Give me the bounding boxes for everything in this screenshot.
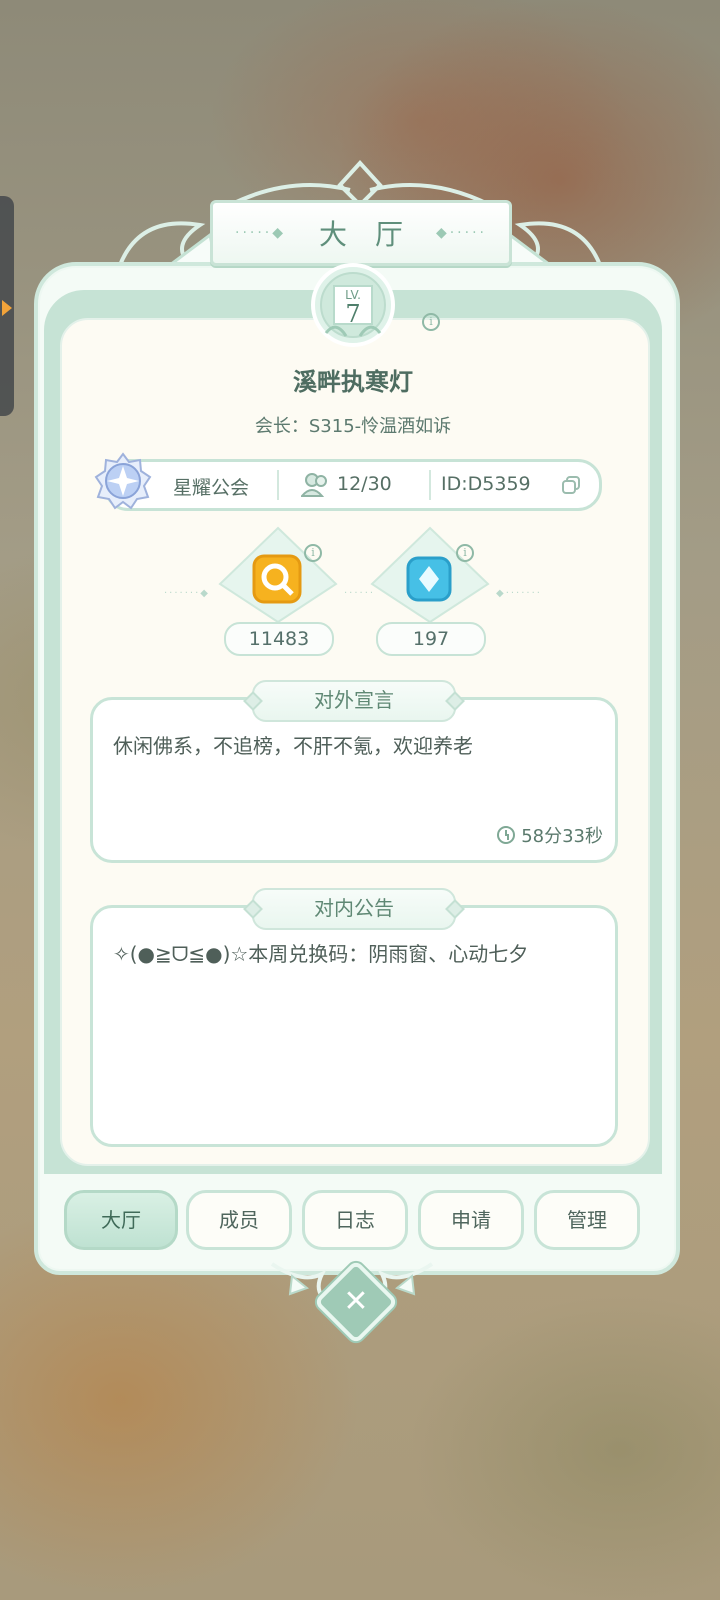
level-info-icon[interactable]: i xyxy=(422,313,440,331)
tab-log[interactable]: 日志 xyxy=(302,1190,408,1250)
edit-cooldown: 58分33秒 xyxy=(497,822,603,848)
guild-id: ID:D5359 xyxy=(441,473,531,495)
member-count: 12/30 xyxy=(337,473,392,495)
banner-dots-right: ◆····· xyxy=(435,225,487,241)
internal-notice-text: ✧(●≧ᗜ≦●)☆本周兑换码：阴雨窗、心动七夕 xyxy=(113,942,529,966)
currency-info-icon[interactable]: i xyxy=(304,544,322,562)
blue-crystal-icon xyxy=(370,526,490,624)
public-declaration-text: 休闲佛系，不追榜，不肝不氪，欢迎养老 xyxy=(113,734,473,758)
cooldown-text: 58分33秒 xyxy=(521,826,603,847)
star-rank-emblem-icon xyxy=(94,452,152,510)
currency-info-icon[interactable]: i xyxy=(456,544,474,562)
level-number: 7 xyxy=(345,300,361,328)
currency-magnifier: i 11483 xyxy=(218,526,338,656)
bar-divider xyxy=(429,470,431,500)
bar-divider xyxy=(277,470,279,500)
clock-icon xyxy=(497,826,516,844)
currency-crystal: i 197 xyxy=(370,526,490,656)
guild-name: 溪畔执寒灯 xyxy=(293,368,413,396)
internal-notice-panel[interactable]: ✧(●≧ᗜ≦●)☆本周兑换码：阴雨窗、心动七夕 xyxy=(90,905,618,1147)
banner-dots-left: ·····◆ xyxy=(235,225,287,241)
currency-value: 11483 xyxy=(224,622,334,656)
expand-arrow-icon[interactable] xyxy=(2,300,12,316)
title-banner: ·····◆ 大厅 ◆····· xyxy=(210,200,512,266)
tab-members[interactable]: 成员 xyxy=(186,1190,292,1250)
members-icon xyxy=(301,473,327,497)
copy-id-icon[interactable] xyxy=(560,474,582,496)
tab-applications[interactable]: 申请 xyxy=(418,1190,524,1250)
level-badge: LV. 7 xyxy=(306,258,400,352)
close-icon[interactable]: ✕ xyxy=(326,1272,386,1332)
tab-manage[interactable]: 管理 xyxy=(534,1190,640,1250)
tab-hall[interactable]: 大厅 xyxy=(64,1190,178,1250)
public-declaration-title: 对外宣言 xyxy=(252,680,456,722)
page-title: 大厅 xyxy=(318,218,431,251)
guild-info-bar: 星耀公会 12/30 ID:D5359 xyxy=(104,459,602,511)
guild-leader: 会长：S315-怜温酒如诉 xyxy=(254,416,452,437)
golden-magnifier-icon xyxy=(218,526,338,624)
guild-rank: 星耀公会 xyxy=(173,477,250,499)
decor-dots: ·······◆ xyxy=(164,588,210,599)
internal-notice-title: 对内公告 xyxy=(252,888,456,930)
decor-dots: ◆······· xyxy=(496,588,542,599)
currency-value: 197 xyxy=(376,622,486,656)
